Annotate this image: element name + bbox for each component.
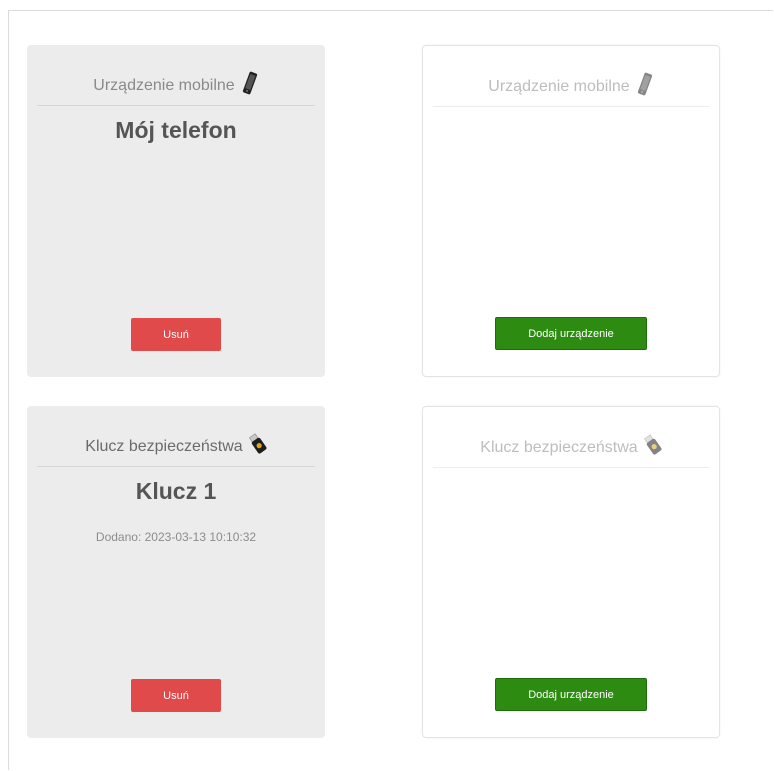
card-type-label: Urządzenie mobilne: [488, 78, 630, 95]
mobile-device-empty-card: Urządzenie mobilne Dodaj urządzenie: [422, 45, 720, 377]
security-key-icon: [643, 432, 662, 458]
security-key-card: Klucz bezpieczeństwa Klucz 1 Dodano: 202…: [27, 406, 325, 738]
mobile-phone-icon: [636, 71, 654, 97]
mobile-device-card: Urządzenie mobilne Mój telefon Usuń: [27, 45, 325, 377]
page: Urządzenie mobilne Mój telefon Usuń Urzą…: [0, 0, 774, 771]
added-date: Dodano: 2023-03-13 10:10:32: [95, 530, 257, 544]
card-type-label: Klucz bezpieczeństwa: [480, 439, 638, 456]
security-key-icon: [248, 431, 267, 457]
add-device-button[interactable]: Dodaj urządzenie: [495, 678, 647, 711]
card-header: Urządzenie mobilne: [433, 72, 709, 107]
card-header: Klucz bezpieczeństwa: [433, 433, 709, 468]
card-type-label: Urządzenie mobilne: [93, 77, 235, 94]
security-key-empty-card: Klucz bezpieczeństwa Dodaj urządzenie: [422, 406, 720, 738]
add-device-button[interactable]: Dodaj urządzenie: [495, 317, 647, 350]
card-type-label: Klucz bezpieczeństwa: [85, 438, 243, 455]
remove-button[interactable]: Usuń: [131, 679, 221, 712]
card-header: Klucz bezpieczeństwa: [37, 432, 315, 467]
mobile-phone-icon: [241, 70, 259, 96]
card-header: Urządzenie mobilne: [37, 71, 315, 106]
device-name: Mój telefon: [115, 117, 237, 143]
key-name: Klucz 1: [135, 478, 217, 504]
remove-button[interactable]: Usuń: [131, 318, 221, 351]
